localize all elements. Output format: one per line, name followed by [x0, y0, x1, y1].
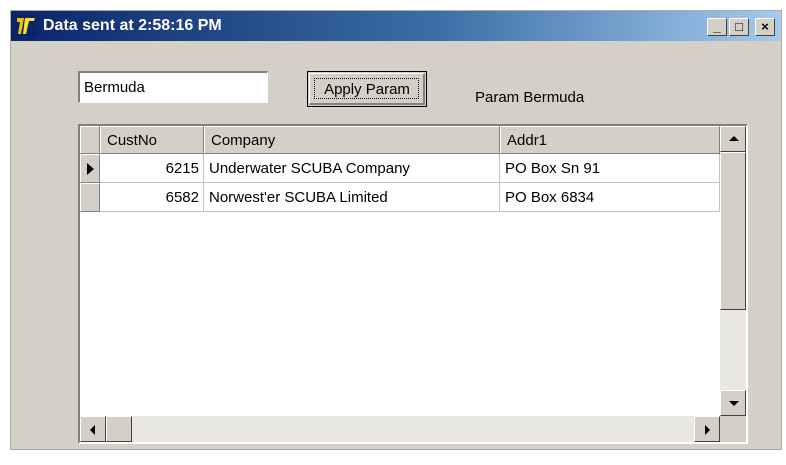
- minimize-button[interactable]: _: [707, 18, 727, 36]
- current-row-arrow-icon: [87, 163, 94, 175]
- cell-company[interactable]: Underwater SCUBA Company: [204, 154, 500, 183]
- close-button[interactable]: ×: [755, 18, 775, 36]
- window-title: Data sent at 2:58:16 PM: [43, 17, 222, 34]
- maximize-button[interactable]: □: [729, 18, 749, 36]
- column-header-addr1[interactable]: Addr1: [500, 126, 720, 154]
- data-grid[interactable]: CustNo Company Addr1 6215 Underwater SCU…: [78, 124, 748, 444]
- arrow-up-icon: [729, 136, 739, 141]
- scrollbar-corner: [720, 416, 746, 442]
- horizontal-scrollbar[interactable]: [80, 416, 720, 442]
- grid-corner-header: [80, 126, 100, 154]
- maximize-icon: □: [735, 19, 743, 34]
- apply-param-button[interactable]: Apply Param: [307, 71, 427, 107]
- title-bar[interactable]: Data sent at 2:58:16 PM _ □ ×: [11, 11, 781, 41]
- cell-custno[interactable]: 6215: [100, 154, 204, 183]
- cell-custno[interactable]: 6582: [100, 183, 204, 212]
- cell-addr1[interactable]: PO Box 6834: [500, 183, 720, 212]
- scroll-left-button[interactable]: [80, 416, 106, 442]
- param-status-label: Param Bermuda: [475, 89, 585, 106]
- row-indicator[interactable]: [80, 183, 100, 212]
- row-indicator[interactable]: [80, 154, 100, 183]
- horizontal-scroll-thumb[interactable]: [106, 416, 132, 442]
- app-logo-icon: [15, 15, 37, 37]
- table-row[interactable]: 6582 Norwest'er SCUBA Limited PO Box 683…: [80, 183, 720, 212]
- column-header-custno[interactable]: CustNo: [100, 126, 204, 154]
- table-row[interactable]: 6215 Underwater SCUBA Company PO Box Sn …: [80, 154, 720, 183]
- apply-param-label: Apply Param: [324, 81, 410, 98]
- column-header-company[interactable]: Company: [204, 126, 500, 154]
- cell-company[interactable]: Norwest'er SCUBA Limited: [204, 183, 500, 212]
- arrow-left-icon: [90, 425, 95, 435]
- vertical-scroll-thumb[interactable]: [720, 152, 746, 310]
- cell-addr1[interactable]: PO Box Sn 91: [500, 154, 720, 183]
- param-input[interactable]: Bermuda: [78, 71, 268, 103]
- scroll-right-button[interactable]: [694, 416, 720, 442]
- minimize-icon: _: [713, 19, 721, 34]
- close-icon: ×: [761, 19, 769, 34]
- arrow-down-icon: [729, 401, 739, 406]
- vertical-scrollbar[interactable]: [720, 126, 746, 416]
- app-window: Data sent at 2:58:16 PM _ □ × Bermuda Ap…: [10, 10, 782, 450]
- scroll-down-button[interactable]: [720, 390, 746, 416]
- scroll-up-button[interactable]: [720, 126, 746, 152]
- arrow-right-icon: [705, 425, 710, 435]
